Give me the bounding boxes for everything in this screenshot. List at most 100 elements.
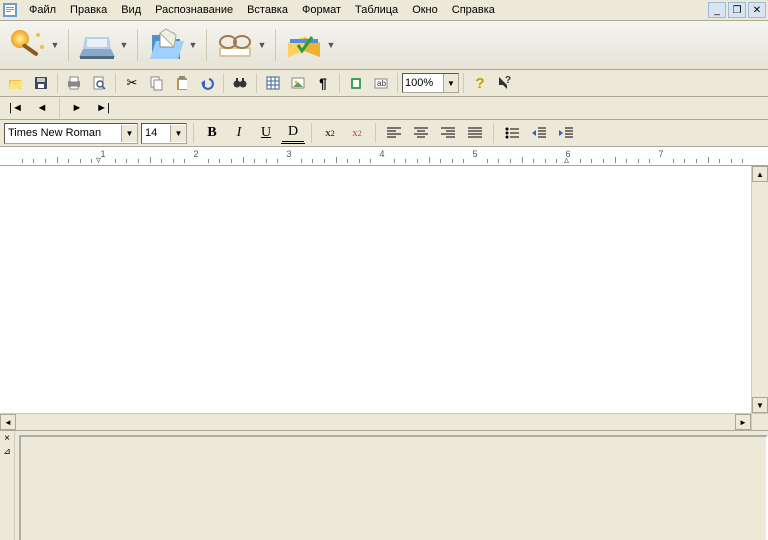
superscript-button[interactable]: x2 (318, 121, 342, 145)
dictionary-button[interactable] (344, 71, 368, 95)
mdi-close-button[interactable]: ✕ (748, 2, 766, 18)
subscript-button[interactable]: x2 (345, 121, 369, 145)
menu-insert[interactable]: Вставка (240, 2, 295, 18)
show-formatting-button[interactable]: ¶ (311, 71, 335, 95)
dropdown-icon[interactable]: ▼ (188, 40, 198, 50)
panel-close-button[interactable]: × (4, 433, 10, 444)
scroll-down-button[interactable]: ▼ (752, 397, 768, 413)
font-family-combo[interactable]: ▼ (4, 123, 138, 144)
language-button[interactable]: ab (369, 71, 393, 95)
menu-window[interactable]: Окно (405, 2, 445, 18)
print-button[interactable] (62, 71, 86, 95)
cut-button[interactable]: ✂ (120, 71, 144, 95)
scan-wizard-button[interactable]: ▼ (6, 25, 62, 65)
copy-icon (149, 75, 165, 91)
open-button[interactable] (4, 71, 28, 95)
insert-image-button[interactable] (286, 71, 310, 95)
mdi-restore-button[interactable]: ❐ (728, 2, 746, 18)
first-page-button[interactable]: |◄ (4, 96, 28, 120)
ruler-tick (649, 159, 650, 163)
ruler-tick (487, 159, 488, 163)
scroll-up-button[interactable]: ▲ (752, 166, 768, 182)
ruler-tick (266, 159, 267, 163)
bullets-icon (505, 127, 519, 139)
scan-button[interactable]: ▼ (75, 25, 131, 65)
horizontal-scrollbar[interactable]: ◄ ► (0, 413, 768, 430)
insert-table-button[interactable] (261, 71, 285, 95)
ruler-tick (150, 157, 151, 163)
document-canvas[interactable] (0, 166, 751, 413)
align-left-button[interactable] (382, 121, 406, 145)
ruler-tick (591, 159, 592, 163)
glasses-icon (215, 27, 255, 63)
last-page-button[interactable]: ►| (91, 96, 115, 120)
scroll-track[interactable] (16, 414, 735, 430)
whats-this-button[interactable]: ? (493, 71, 517, 95)
menu-recognize[interactable]: Распознавание (148, 2, 240, 18)
panel-pin-button[interactable]: ⊿ (3, 446, 11, 457)
dict-icon (348, 75, 364, 91)
separator (256, 73, 257, 93)
menu-format[interactable]: Формат (295, 2, 348, 18)
panel-content[interactable] (19, 435, 768, 540)
ruler-tick (545, 159, 546, 163)
bullets-button[interactable] (500, 121, 524, 145)
dropdown-icon[interactable]: ▼ (170, 125, 186, 142)
horizontal-ruler[interactable]: ▿ ▵ 1234567 (0, 147, 768, 166)
app-icon (2, 2, 18, 18)
save-button[interactable] (29, 71, 53, 95)
ruler-tick (510, 159, 511, 163)
recognize-button[interactable]: ▼ (213, 25, 269, 65)
dropdown-icon[interactable]: ▼ (326, 40, 336, 50)
ruler-tick (684, 159, 685, 163)
open-image-button[interactable]: ▼ (144, 25, 200, 65)
font-size-combo[interactable]: ▼ (141, 123, 187, 144)
zoom-combo[interactable]: ▼ (402, 73, 459, 93)
ruler-number: 4 (379, 149, 384, 159)
separator (193, 123, 194, 143)
double-underline-button[interactable]: D (281, 122, 305, 144)
ruler-tick (80, 159, 81, 163)
dropdown-icon[interactable]: ▼ (443, 74, 458, 92)
underline-button[interactable]: U (254, 121, 278, 145)
menu-edit[interactable]: Правка (63, 2, 114, 18)
menu-table[interactable]: Таблица (348, 2, 405, 18)
check-spelling-button[interactable]: ▼ (282, 25, 338, 65)
dropdown-icon[interactable]: ▼ (119, 40, 129, 50)
dropdown-icon[interactable]: ▼ (50, 40, 60, 50)
decrease-indent-button[interactable] (527, 121, 551, 145)
mdi-minimize-button[interactable]: _ (708, 2, 726, 18)
scroll-right-button[interactable]: ► (735, 414, 751, 430)
next-page-button[interactable]: ► (65, 96, 89, 120)
print-preview-button[interactable] (87, 71, 111, 95)
undo-button[interactable] (195, 71, 219, 95)
open-folder-icon (146, 27, 186, 63)
ruler-tick (138, 159, 139, 163)
increase-indent-button[interactable] (554, 121, 578, 145)
bold-button[interactable]: B (200, 121, 224, 145)
table-icon (265, 75, 281, 91)
prev-page-button[interactable]: ◄ (30, 96, 54, 120)
dropdown-icon[interactable]: ▼ (257, 40, 267, 50)
find-button[interactable] (228, 71, 252, 95)
pilcrow-icon: ¶ (319, 75, 327, 91)
menu-help[interactable]: Справка (445, 2, 502, 18)
dropdown-icon[interactable]: ▼ (121, 125, 137, 142)
formatting-toolbar: ▼ ▼ B I U D x2 x2 (0, 120, 768, 147)
vertical-scrollbar[interactable]: ▲ ▼ (751, 166, 768, 413)
font-size-input[interactable] (142, 126, 170, 140)
help-button[interactable]: ? (468, 71, 492, 95)
menu-file[interactable]: Файл (22, 2, 63, 18)
align-justify-button[interactable] (463, 121, 487, 145)
outdent-icon (532, 127, 546, 139)
zoom-input[interactable] (403, 77, 443, 89)
paste-button[interactable] (170, 71, 194, 95)
align-right-button[interactable] (436, 121, 460, 145)
align-center-button[interactable] (409, 121, 433, 145)
italic-button[interactable]: I (227, 121, 251, 145)
copy-button[interactable] (145, 71, 169, 95)
font-family-input[interactable] (5, 126, 121, 140)
menu-view[interactable]: Вид (114, 2, 148, 18)
scissors-icon: ✂ (127, 75, 138, 91)
scroll-left-button[interactable]: ◄ (0, 414, 16, 430)
